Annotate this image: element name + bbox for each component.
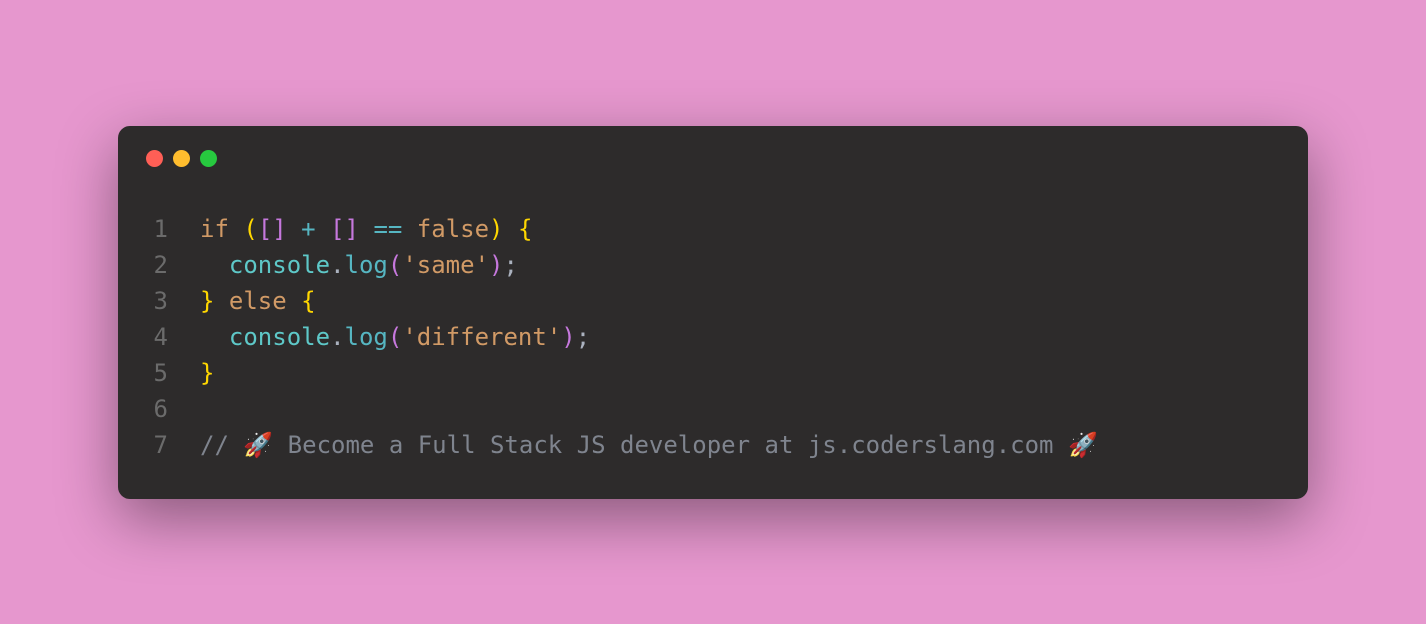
bracket-token: [ xyxy=(258,215,272,243)
code-line: } else { xyxy=(200,283,1098,319)
comment-token: // 🚀 Become a Full Stack JS developer at… xyxy=(200,431,1098,459)
code-line: // 🚀 Become a Full Stack JS developer at… xyxy=(200,427,1098,463)
paren-token: ) xyxy=(489,215,503,243)
line-number-gutter: 1 2 3 4 5 6 7 xyxy=(146,211,200,463)
line-number: 1 xyxy=(146,211,168,247)
punct-token: . xyxy=(330,251,344,279)
keyword-token: if xyxy=(200,215,229,243)
method-token: log xyxy=(345,323,388,351)
keyword-token: else xyxy=(229,287,287,315)
punct-token: ; xyxy=(503,251,517,279)
bracket-token: [ xyxy=(330,215,344,243)
line-number: 5 xyxy=(146,355,168,391)
whitespace xyxy=(359,215,373,243)
brace-token: } xyxy=(200,287,214,315)
brace-token: { xyxy=(518,215,532,243)
line-number: 4 xyxy=(146,319,168,355)
line-number: 7 xyxy=(146,427,168,463)
line-number: 6 xyxy=(146,391,168,427)
code-editor-window: 1 2 3 4 5 6 7 if ([] + [] == false) { co… xyxy=(118,126,1308,499)
minimize-icon[interactable] xyxy=(173,150,190,167)
code-line: console.log('same'); xyxy=(200,247,1098,283)
whitespace xyxy=(316,215,330,243)
code-line: console.log('different'); xyxy=(200,319,1098,355)
constant-token: false xyxy=(417,215,489,243)
whitespace xyxy=(214,287,228,315)
line-number: 3 xyxy=(146,283,168,319)
bracket-token: ] xyxy=(345,215,359,243)
paren-token: ( xyxy=(388,251,402,279)
operator-token: == xyxy=(373,215,402,243)
string-token: 'different' xyxy=(402,323,561,351)
object-token: console xyxy=(229,251,330,279)
paren-token: ( xyxy=(243,215,257,243)
whitespace xyxy=(402,215,416,243)
paren-token: ( xyxy=(388,323,402,351)
paren-token: ) xyxy=(561,323,575,351)
whitespace xyxy=(200,323,229,351)
line-number: 2 xyxy=(146,247,168,283)
maximize-icon[interactable] xyxy=(200,150,217,167)
whitespace xyxy=(200,251,229,279)
code-line xyxy=(200,391,1098,427)
code-line: } xyxy=(200,355,1098,391)
whitespace xyxy=(229,215,243,243)
brace-token: } xyxy=(200,359,214,387)
paren-token: ) xyxy=(489,251,503,279)
window-traffic-lights xyxy=(146,150,1280,167)
method-token: log xyxy=(345,251,388,279)
whitespace xyxy=(504,215,518,243)
punct-token: ; xyxy=(576,323,590,351)
operator-token: + xyxy=(301,215,315,243)
whitespace xyxy=(287,215,301,243)
code-line: if ([] + [] == false) { xyxy=(200,211,1098,247)
bracket-token: ] xyxy=(272,215,286,243)
code-area: 1 2 3 4 5 6 7 if ([] + [] == false) { co… xyxy=(146,211,1280,463)
whitespace xyxy=(287,287,301,315)
brace-token: { xyxy=(301,287,315,315)
punct-token: . xyxy=(330,323,344,351)
code-content[interactable]: if ([] + [] == false) { console.log('sam… xyxy=(200,211,1098,463)
close-icon[interactable] xyxy=(146,150,163,167)
object-token: console xyxy=(229,323,330,351)
string-token: 'same' xyxy=(402,251,489,279)
